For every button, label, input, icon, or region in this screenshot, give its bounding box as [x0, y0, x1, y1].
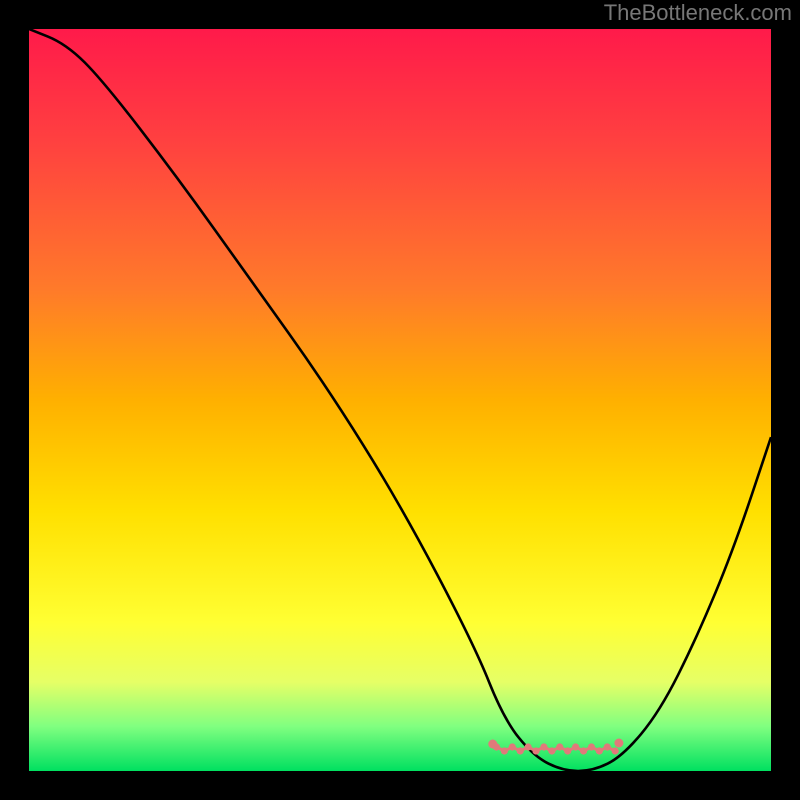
marker-end-dot	[488, 740, 497, 749]
marker-dot	[548, 747, 555, 754]
marker-dot	[596, 747, 603, 754]
marker-dot	[525, 743, 532, 750]
chart-container: TheBottleneck.com	[0, 0, 800, 800]
marker-dot	[501, 747, 508, 754]
marker-dot	[588, 743, 595, 750]
plot-area	[29, 29, 771, 771]
marker-dot	[580, 747, 587, 754]
marker-dot	[509, 743, 516, 750]
curve-svg	[29, 29, 771, 771]
bottleneck-curve	[29, 29, 771, 771]
marker-dot	[556, 743, 563, 750]
marker-dot	[517, 747, 524, 754]
marker-end-dot	[614, 739, 623, 748]
marker-dot	[604, 743, 611, 750]
marker-dot	[540, 743, 547, 750]
marker-dot	[572, 743, 579, 750]
marker-dot	[564, 747, 571, 754]
marker-dot	[612, 747, 619, 754]
watermark-text: TheBottleneck.com	[604, 0, 792, 26]
marker-dot	[532, 747, 539, 754]
marker-band	[488, 739, 623, 755]
